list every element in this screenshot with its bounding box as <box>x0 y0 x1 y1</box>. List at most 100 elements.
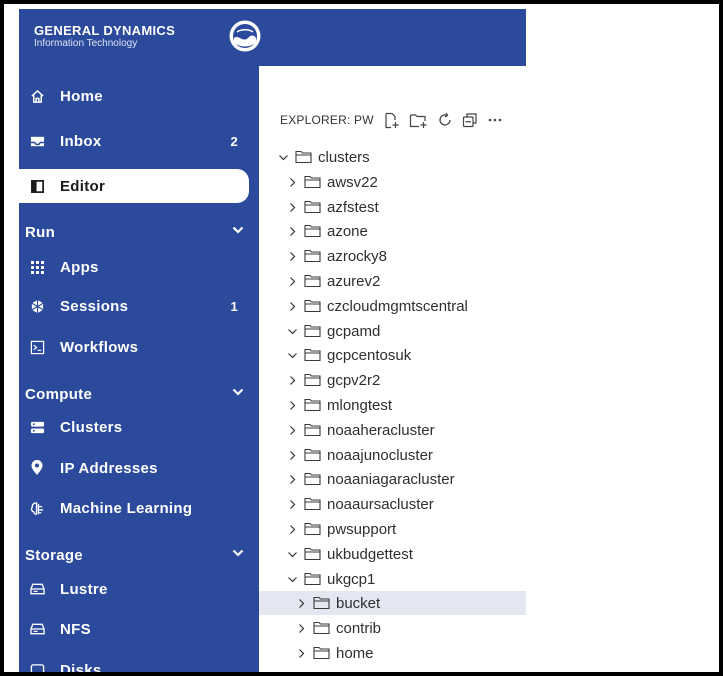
chevron-down-icon[interactable] <box>286 325 298 337</box>
sessions-count-badge: 1 <box>230 298 238 314</box>
tree-item[interactable]: gcpcentosuk <box>259 343 526 367</box>
tree-item[interactable]: azrocky8 <box>259 244 526 268</box>
folder-icon <box>304 398 321 412</box>
tree-item-label: mlongtest <box>327 396 393 414</box>
tree-item[interactable]: pwsupport <box>259 517 526 541</box>
tree-item[interactable]: ukgcp1 <box>259 567 526 591</box>
tree-item-label: czcloudmgmtscentral <box>327 297 468 315</box>
nav-apps[interactable]: Apps <box>19 250 259 284</box>
chevron-right-icon[interactable] <box>286 523 298 535</box>
brand[interactable]: GENERAL DYNAMICS Information Technology <box>34 24 175 50</box>
nav-sessions[interactable]: Sessions 1 <box>19 289 259 323</box>
chevron-right-icon[interactable] <box>286 449 298 461</box>
section-storage[interactable]: Storage <box>19 543 259 567</box>
nav-home-label: Home <box>60 87 103 105</box>
noaa-logo <box>229 20 261 52</box>
tree-item-label: azrocky8 <box>327 247 388 265</box>
nav-workflows[interactable]: Workflows <box>19 330 259 364</box>
section-compute[interactable]: Compute <box>19 382 259 406</box>
nav-inbox[interactable]: Inbox 2 <box>19 124 259 158</box>
section-run-label: Run <box>25 223 56 241</box>
tree-item-label: gcpamd <box>327 322 381 340</box>
nav-machine-learning[interactable]: Machine Learning <box>19 491 259 525</box>
tree-item-label: noaaursacluster <box>327 495 434 513</box>
nav-disks-label: Disks <box>60 661 102 673</box>
more-options-icon[interactable] <box>488 118 502 122</box>
chevron-down-icon[interactable] <box>286 349 298 361</box>
chevron-right-icon[interactable] <box>286 250 298 262</box>
tree-item-label: noaaniagaracluster <box>327 470 455 488</box>
nav-lustre[interactable]: Lustre <box>19 572 259 606</box>
tree-item[interactable]: czcloudmgmtscentral <box>259 294 526 318</box>
tree-item-label: bucket <box>336 594 381 612</box>
nav-lustre-label: Lustre <box>60 580 108 598</box>
chevron-down-icon[interactable] <box>231 223 245 237</box>
chevron-down-icon[interactable] <box>277 151 289 163</box>
top-bar: GENERAL DYNAMICS Information Technology <box>19 9 526 66</box>
chevron-right-icon[interactable] <box>295 647 307 659</box>
sidebar: Home Inbox 2 Editor Run Apps Sessions 1 … <box>19 66 259 672</box>
nav-disks[interactable]: Disks <box>19 653 259 672</box>
folder-icon <box>304 497 321 511</box>
tree-item[interactable]: home <box>259 641 526 665</box>
nav-ip-addresses[interactable]: IP Addresses <box>19 451 259 485</box>
section-run[interactable]: Run <box>19 220 259 244</box>
tree-item[interactable]: noaaheracluster <box>259 418 526 442</box>
tree-item[interactable]: gcpv2r2 <box>259 368 526 392</box>
tree-item-label: azone <box>327 222 368 240</box>
editor-icon <box>28 177 46 195</box>
folder-icon <box>304 472 321 486</box>
folder-icon <box>304 522 321 536</box>
nav-clusters-label: Clusters <box>60 418 123 436</box>
section-storage-label: Storage <box>25 546 83 564</box>
chevron-right-icon[interactable] <box>295 622 307 634</box>
tree-item-label: gcpcentosuk <box>327 346 412 364</box>
inbox-icon <box>28 132 46 150</box>
chevron-right-icon[interactable] <box>295 597 307 609</box>
chevron-right-icon[interactable] <box>286 176 298 188</box>
chevron-right-icon[interactable] <box>286 374 298 386</box>
tree-item[interactable]: noaaniagaracluster <box>259 467 526 491</box>
refresh-icon[interactable] <box>437 112 453 128</box>
tree-item[interactable]: gcpamd <box>259 319 526 343</box>
chevron-down-icon[interactable] <box>286 548 298 560</box>
nav-editor[interactable]: Editor <box>19 169 249 203</box>
chevron-right-icon[interactable] <box>286 275 298 287</box>
server-icon <box>28 418 46 436</box>
tree-item[interactable]: noaajunocluster <box>259 443 526 467</box>
tree-item-label: azfstest <box>327 198 379 216</box>
tree-item[interactable]: azone <box>259 219 526 243</box>
tree-item[interactable]: bucket <box>259 591 526 615</box>
nav-clusters[interactable]: Clusters <box>19 410 259 444</box>
tree-item[interactable]: azfstest <box>259 195 526 219</box>
tree-item[interactable]: ukbudgettest <box>259 542 526 566</box>
chevron-down-icon[interactable] <box>286 573 298 585</box>
new-file-icon[interactable] <box>383 112 400 129</box>
tree-item[interactable]: clusters <box>259 145 526 169</box>
app-window: GENERAL DYNAMICS Information Technology … <box>4 4 719 672</box>
storage-drive-icon <box>28 580 46 598</box>
storage-drive-icon <box>28 620 46 638</box>
chevron-right-icon[interactable] <box>286 498 298 510</box>
tree-item[interactable]: awsv22 <box>259 170 526 194</box>
location-pin-icon <box>28 459 46 477</box>
tree-item[interactable]: noaaursacluster <box>259 492 526 516</box>
chevron-right-icon[interactable] <box>286 300 298 312</box>
chevron-down-icon[interactable] <box>231 546 245 560</box>
chevron-right-icon[interactable] <box>286 399 298 411</box>
tree-item[interactable]: contrib <box>259 616 526 640</box>
chevron-right-icon[interactable] <box>286 201 298 213</box>
tree-item[interactable]: mlongtest <box>259 393 526 417</box>
tree-item[interactable]: azurev2 <box>259 269 526 293</box>
collapse-all-icon[interactable] <box>462 112 478 128</box>
chevron-right-icon[interactable] <box>286 424 298 436</box>
folder-icon <box>304 274 321 288</box>
chevron-right-icon[interactable] <box>286 473 298 485</box>
chevron-down-icon[interactable] <box>231 385 245 399</box>
nav-ip-addresses-label: IP Addresses <box>60 459 158 477</box>
folder-icon <box>304 299 321 313</box>
new-folder-icon[interactable] <box>409 112 428 129</box>
chevron-right-icon[interactable] <box>286 225 298 237</box>
nav-home[interactable]: Home <box>19 79 259 113</box>
nav-nfs[interactable]: NFS <box>19 612 259 646</box>
